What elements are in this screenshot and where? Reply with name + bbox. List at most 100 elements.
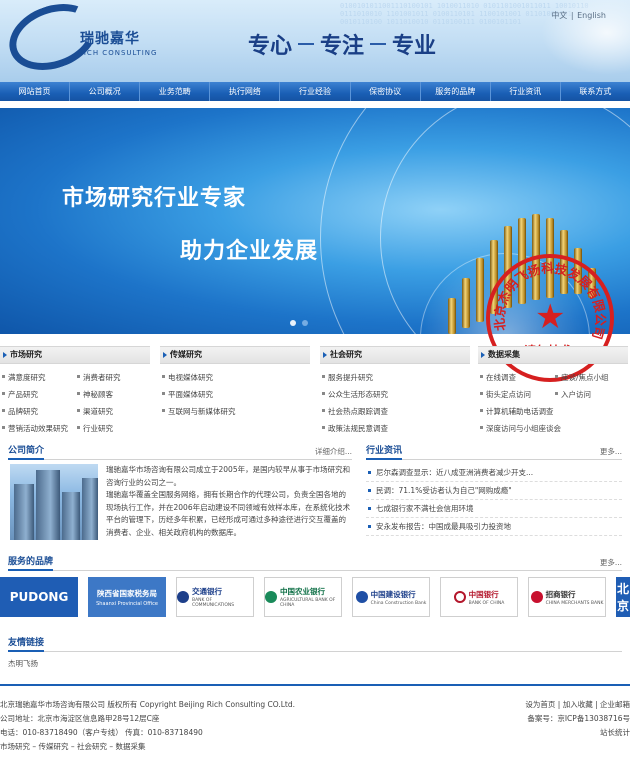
category-link[interactable]: 社会热点跟踪调查 — [320, 406, 470, 417]
bocom-icon — [177, 591, 189, 603]
news-more-link[interactable]: 更多... — [600, 446, 622, 457]
brand-logo-pudong[interactable]: PUDONG — [0, 577, 78, 617]
intro-paragraph: 瑞驰嘉华覆盖全国服务网络，拥有长期合作的代理公司，负责全国各地的现场执行工作，并… — [106, 490, 351, 537]
main-nav: 网站首页 公司概况 业务范畴 执行网络 行业经验 保密协议 服务的品牌 行业资讯… — [0, 82, 630, 101]
category-link[interactable]: 公众生活形态研究 — [320, 389, 470, 400]
section-title: 公司简介 — [8, 444, 45, 460]
category-link[interactable]: 政策法规民意调查 — [320, 423, 470, 434]
nav-confidentiality[interactable]: 保密协议 — [351, 82, 421, 101]
category-link[interactable]: 入户访问 — [553, 389, 628, 400]
brands-more-link[interactable]: 更多... — [600, 557, 622, 568]
intro-more-link[interactable]: 详细介绍... — [315, 446, 352, 457]
nav-execution-network[interactable]: 执行网络 — [210, 82, 281, 101]
category-link[interactable]: 深度访问与小组座谈会 — [478, 423, 628, 434]
footer-phone: 电话：010-83718490（客户专线） 传真：010-83718490 — [0, 728, 203, 737]
friendly-links-section: 友情链接 杰明飞扬 — [8, 636, 622, 676]
category-media-research: 传媒研究 电视媒体研究 平面媒体研究 互联网与新媒体研究 — [160, 346, 310, 417]
nav-company-overview[interactable]: 公司概况 — [70, 82, 141, 101]
category-link[interactable]: 平面媒体研究 — [160, 389, 310, 400]
footer-address: 公司地址：北京市海淀区信息路甲28号12层C座 — [0, 714, 160, 723]
news-item[interactable]: 安永发布报告：中国成最具吸引力投资地 — [366, 518, 622, 536]
slogan-word: 专注 — [320, 33, 365, 59]
gold-coin-stack — [462, 278, 470, 328]
ccb-icon — [355, 591, 368, 603]
category-link[interactable]: 行业研究 — [75, 423, 150, 434]
brand-logo-china-merchants-bank[interactable]: 招商银行 CHINA MERCHANTS BANK — [528, 577, 606, 617]
category-title[interactable]: 数据采集 — [478, 346, 628, 364]
category-title[interactable]: 社会研究 — [320, 346, 470, 364]
footer-info: 北京瑞驰嘉华市场咨询有限公司 版权所有 Copyright Beijing Ri… — [0, 698, 295, 754]
gold-coin-stack — [448, 298, 456, 334]
slogan-divider — [370, 43, 387, 45]
lang-chinese-link[interactable]: 中文 — [551, 11, 567, 20]
category-link[interactable]: 渠道研究 — [75, 406, 150, 417]
cmb-icon — [530, 591, 543, 603]
category-data-collection: 数据采集 在线调查 座谈/焦点小组 街头定点访问 入户访问 计算机辅助电话调查 … — [478, 346, 628, 434]
category-link[interactable]: 在线调查 — [478, 372, 553, 383]
site-header: 0100101011001110100101 1010011010 010110… — [0, 0, 630, 82]
footer-links: 设为首页 | 加入收藏 | 企业邮箱 备案号：京ICP备13038716号 站长… — [525, 698, 630, 740]
category-link[interactable]: 服务提升研究 — [320, 372, 470, 383]
section-title: 行业资讯 — [366, 444, 403, 460]
category-social-research: 社会研究 服务提升研究 公众生活形态研究 社会热点跟踪调查 政策法规民意调查 — [320, 346, 470, 434]
category-title[interactable]: 传媒研究 — [160, 346, 310, 364]
nav-served-brands[interactable]: 服务的品牌 — [421, 82, 491, 101]
lang-english-link[interactable]: English — [577, 11, 606, 20]
category-link[interactable]: 计算机辅助电话调查 — [478, 406, 628, 417]
nav-business-scope[interactable]: 业务范畴 — [140, 82, 211, 101]
brand-logo-row: PUDONG 陕西省国家税务局 Shaanxi Provincial Offic… — [0, 577, 630, 621]
gold-coin-stack — [476, 258, 484, 322]
carousel-dot-active[interactable] — [290, 320, 296, 326]
abc-icon — [265, 591, 277, 603]
news-item[interactable]: 七成银行家不满社会信用环境 — [366, 500, 622, 518]
category-link[interactable]: 座谈/焦点小组 — [553, 372, 628, 383]
category-title[interactable]: 市场研究 — [0, 346, 150, 364]
brand-logo-bank-of-china[interactable]: 中国银行 BANK OF CHINA — [440, 577, 518, 617]
logo-english-name: RICH CONSULTING — [78, 49, 158, 57]
category-link[interactable]: 产品研究 — [0, 389, 75, 400]
nav-industry-news[interactable]: 行业资讯 — [491, 82, 561, 101]
slogan: 专心 专注 专业 — [248, 28, 436, 60]
slogan-divider — [298, 43, 315, 45]
footer-quick-links[interactable]: 设为首页 | 加入收藏 | 企业邮箱 — [525, 698, 630, 712]
seal-star-icon: ★ — [535, 297, 566, 337]
footer-stats-link[interactable]: 站长统计 — [525, 726, 630, 740]
category-link[interactable]: 消费者研究 — [75, 372, 150, 383]
language-switch: 中文 | English — [551, 10, 606, 21]
served-brands-section: 服务的品牌 更多... PUDONG 陕西省国家税务局 Shaanxi Prov… — [0, 555, 630, 625]
boc-icon — [453, 591, 466, 603]
nav-industry-experience[interactable]: 行业经验 — [280, 82, 351, 101]
site-footer: 北京瑞驰嘉华市场咨询有限公司 版权所有 Copyright Beijing Ri… — [0, 684, 630, 761]
slogan-word: 专业 — [392, 33, 437, 59]
section-title: 服务的品牌 — [8, 555, 54, 571]
intro-paragraph: 瑞驰嘉华市场咨询有限公司成立于2005年，是国内较早从事于市场研究和咨询行业的公… — [106, 465, 351, 487]
carousel-dots — [290, 320, 308, 326]
news-item[interactable]: 民调：71.1%受访者认为自己"网购成瘾" — [366, 482, 622, 500]
category-link[interactable]: 营销活动效果研究 — [0, 423, 75, 434]
footer-icp[interactable]: 备案号：京ICP备13038716号 — [525, 712, 630, 726]
slogan-word: 专心 — [248, 33, 293, 59]
brand-logo-partial[interactable]: 北京 — [616, 577, 630, 617]
nav-home[interactable]: 网站首页 — [0, 82, 71, 101]
brand-logo-construction-bank[interactable]: 中国建设银行 China Construction Bank — [352, 577, 430, 617]
carousel-dot[interactable] — [302, 320, 308, 326]
banner-headline: 市场研究行业专家 — [62, 185, 247, 211]
friendly-link[interactable]: 杰明飞扬 — [8, 658, 38, 669]
news-item[interactable]: 尼尔森调查显示：近八成亚洲消费者减少开支... — [366, 464, 622, 482]
category-link[interactable]: 互联网与新媒体研究 — [160, 406, 310, 417]
industry-news-section: 行业资讯 更多... 尼尔森调查显示：近八成亚洲消费者减少开支... 民调：71… — [366, 444, 622, 544]
brand-logo-bank-of-communications[interactable]: 交通银行 BANK OF COMMUNICATIONS — [176, 577, 254, 617]
category-market-research: 市场研究 满意度研究 消费者研究 产品研究 神秘顾客 品牌研究 渠道研究 营销活… — [0, 346, 150, 434]
office-building-photo — [10, 464, 98, 540]
category-link[interactable]: 街头定点访问 — [478, 389, 553, 400]
category-link[interactable]: 电视媒体研究 — [160, 372, 310, 383]
nav-contact[interactable]: 联系方式 — [561, 82, 630, 101]
category-link[interactable]: 品牌研究 — [0, 406, 75, 417]
category-link[interactable]: 满意度研究 — [0, 372, 75, 383]
logo-chinese-name[interactable]: 瑞驰嘉华 — [80, 28, 140, 48]
section-title: 友情链接 — [8, 636, 45, 652]
brand-logo-agricultural-bank[interactable]: 中国农业银行 AGRICULTURAL BANK OF CHINA — [264, 577, 342, 617]
category-link[interactable]: 神秘顾客 — [75, 389, 150, 400]
intro-text: 瑞驰嘉华市场咨询有限公司成立于2005年，是国内较早从事于市场研究和咨询行业的公… — [106, 464, 352, 539]
brand-logo-shaanxi-tax[interactable]: 陕西省国家税务局 Shaanxi Provincial Office — [88, 577, 166, 617]
